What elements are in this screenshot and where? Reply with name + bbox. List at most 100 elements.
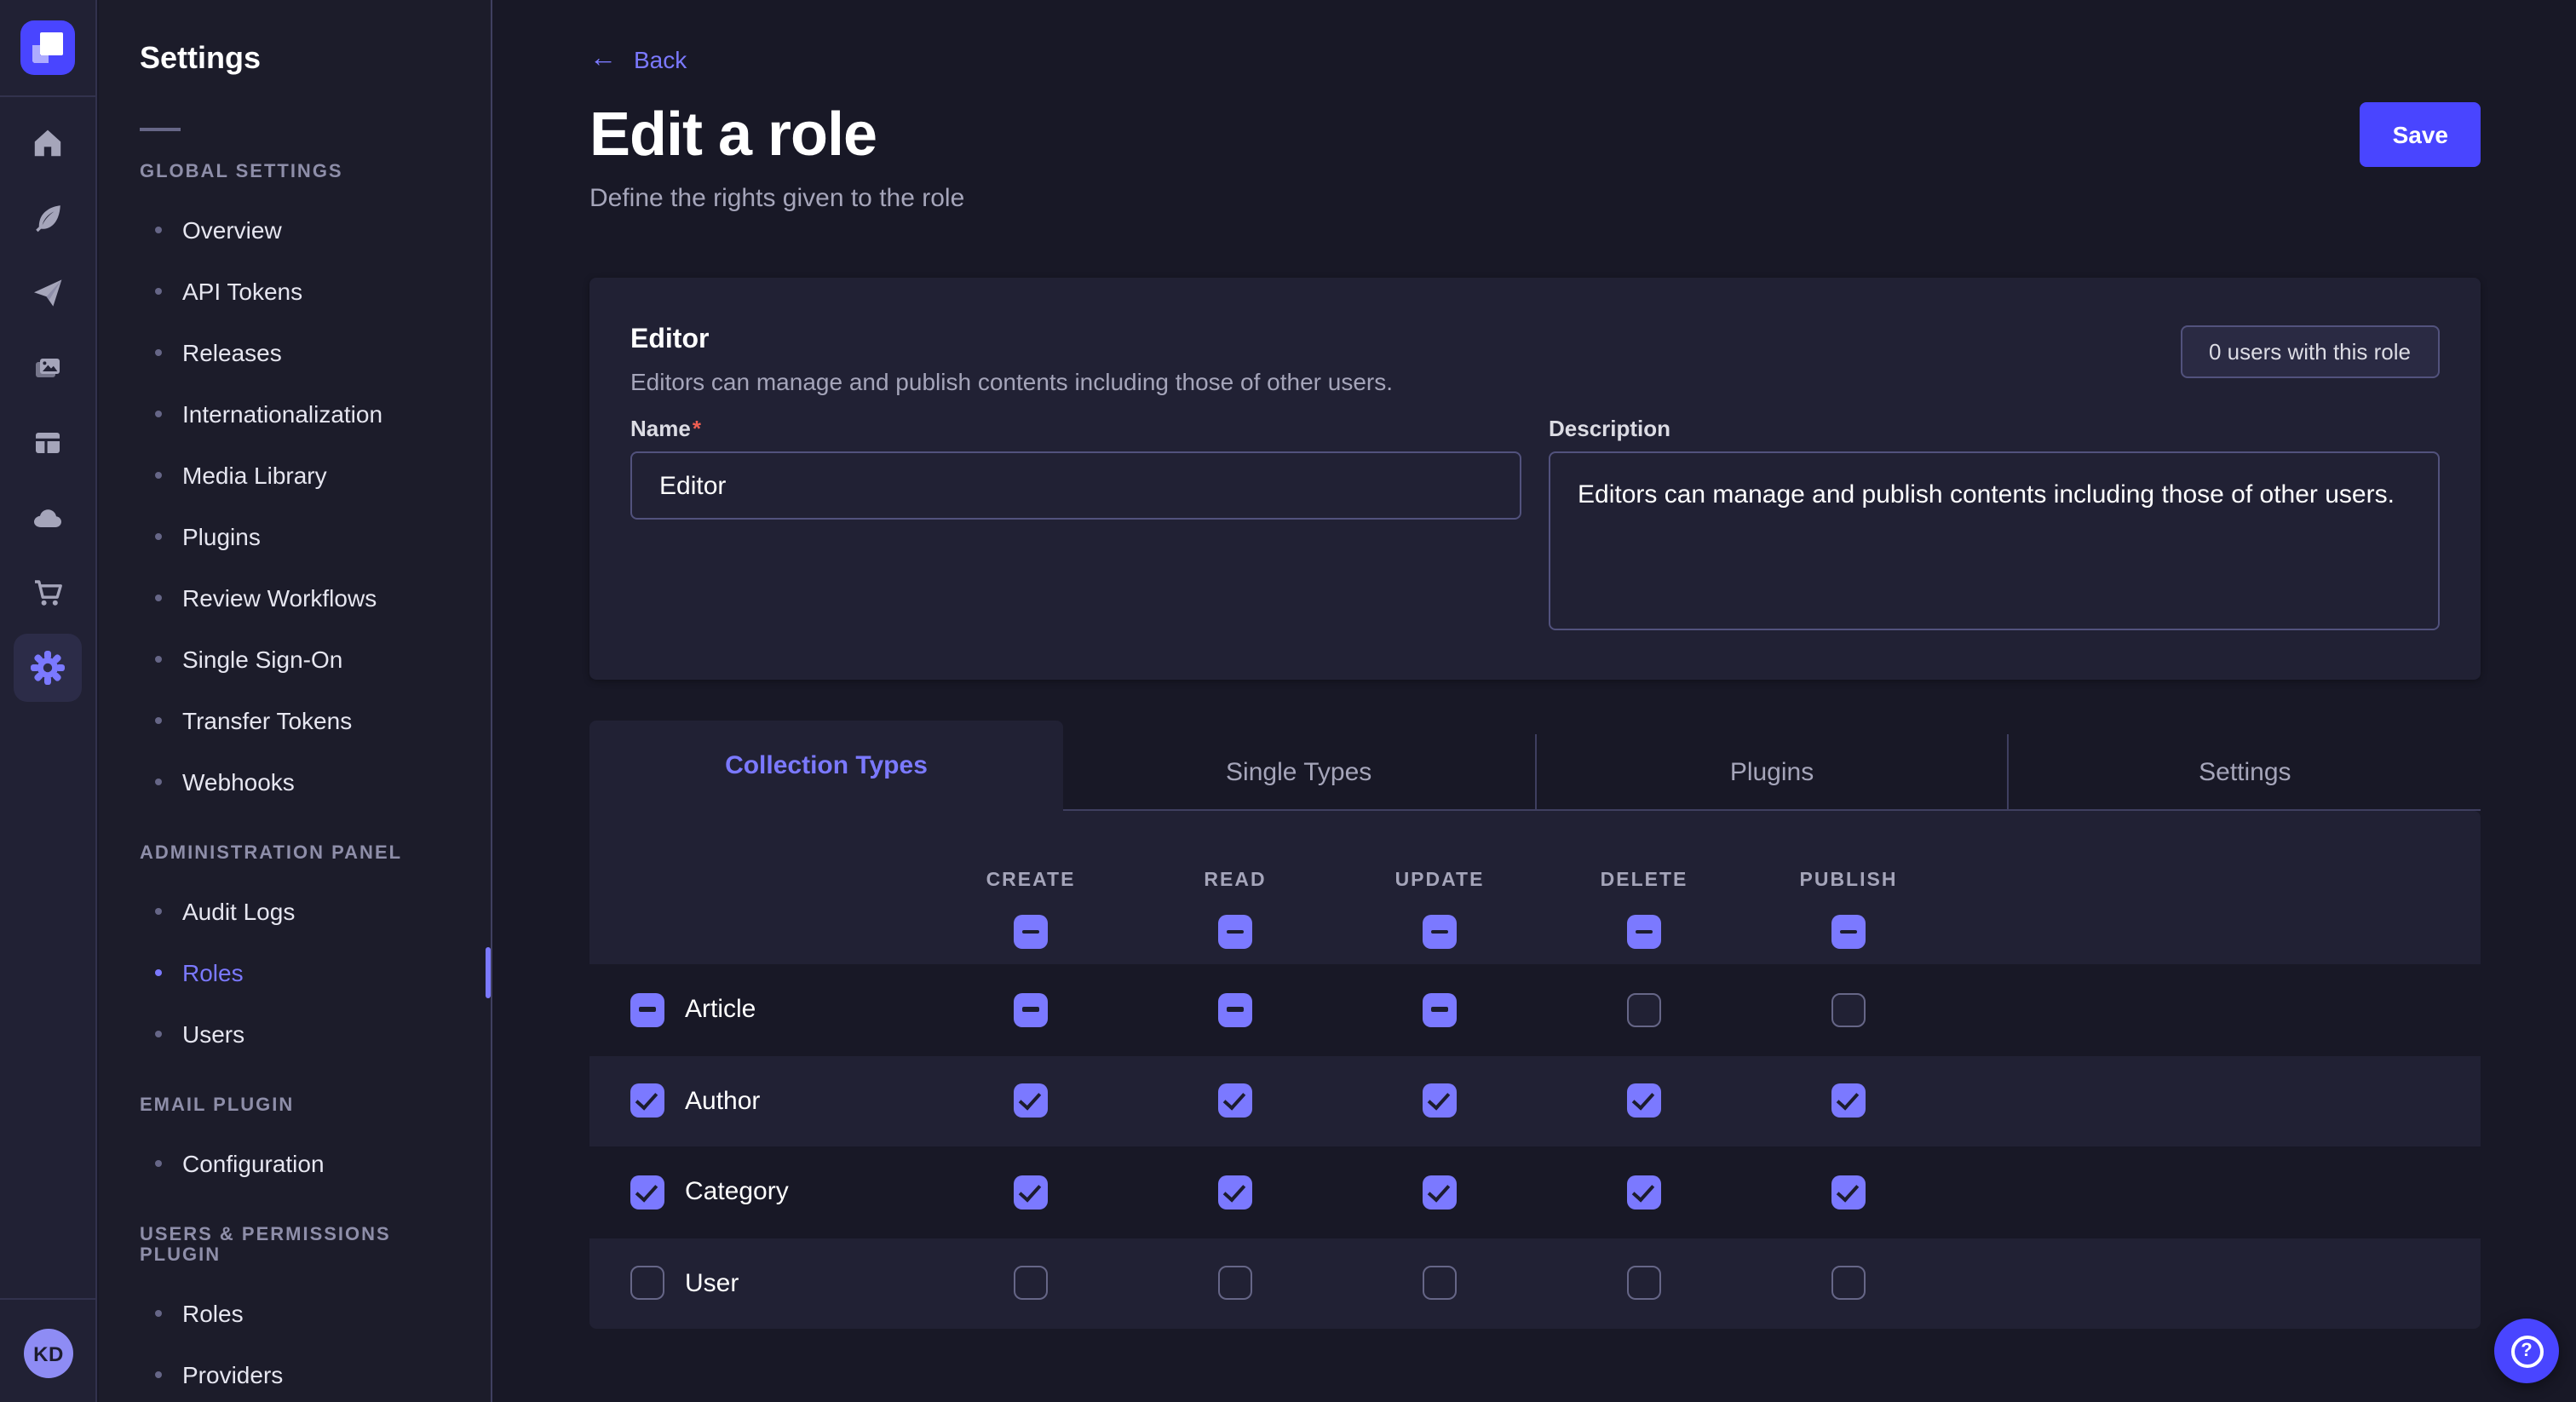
description-textarea[interactable]: Editors can manage and publish contents … bbox=[1549, 451, 2440, 630]
sidebar-item-label: Overview bbox=[182, 216, 282, 244]
read-article-checkbox[interactable] bbox=[1218, 993, 1252, 1027]
sidebar-item-webhooks[interactable]: Webhooks bbox=[99, 751, 491, 813]
select-all-delete-checkbox[interactable] bbox=[1627, 915, 1661, 949]
sidebar-item-roles[interactable]: Roles bbox=[99, 942, 491, 1003]
select-all-update-checkbox[interactable] bbox=[1423, 915, 1457, 949]
create-article-checkbox[interactable] bbox=[1014, 993, 1048, 1027]
sidebar-item-label: Audit Logs bbox=[182, 898, 295, 925]
settings-subnav: Settings GLOBAL SETTINGSOverviewAPI Toke… bbox=[99, 0, 492, 1402]
user-row-checkbox[interactable] bbox=[630, 1267, 664, 1301]
tab-plugins[interactable]: Plugins bbox=[1534, 734, 2007, 809]
delete-article-checkbox[interactable] bbox=[1627, 993, 1661, 1027]
sidebar-item-providers[interactable]: Providers bbox=[99, 1344, 491, 1402]
sidebar-item-media-library[interactable] bbox=[14, 334, 82, 402]
cell-delete-author bbox=[1542, 1055, 1746, 1146]
read-category-checkbox[interactable] bbox=[1218, 1175, 1252, 1210]
name-input[interactable] bbox=[630, 451, 1521, 520]
category-row-checkbox[interactable] bbox=[630, 1175, 664, 1210]
cell-publish-user bbox=[1746, 1238, 1951, 1329]
row-label: Article bbox=[685, 996, 756, 1025]
column-header-label: CREATE bbox=[986, 871, 1076, 891]
app-window: KD Settings GLOBAL SETTINGSOverviewAPI T… bbox=[0, 0, 2576, 1402]
sidebar-item-transfer-tokens[interactable]: Transfer Tokens bbox=[99, 690, 491, 751]
sidebar-item-configuration[interactable]: Configuration bbox=[99, 1133, 491, 1194]
user-avatar[interactable]: KD bbox=[24, 1329, 73, 1378]
delete-user-checkbox[interactable] bbox=[1627, 1267, 1661, 1301]
description-field-label: Description bbox=[1549, 416, 2440, 441]
read-user-checkbox[interactable] bbox=[1218, 1267, 1252, 1301]
rail-divider-top bbox=[0, 95, 95, 97]
column-header-label: READ bbox=[1204, 871, 1266, 891]
name-field-label: Name* bbox=[630, 416, 1521, 441]
select-all-read-checkbox[interactable] bbox=[1218, 915, 1252, 949]
name-field-group: Name* bbox=[630, 416, 1521, 639]
sidebar-item-home[interactable] bbox=[14, 109, 82, 177]
column-header-delete: DELETE bbox=[1542, 811, 1746, 964]
strapi-logo[interactable] bbox=[20, 20, 75, 75]
gear-icon bbox=[29, 649, 66, 687]
row-spacer-end bbox=[1951, 1055, 2481, 1146]
subnav-section-list: RolesProviders bbox=[99, 1283, 491, 1402]
row-label-cell: User bbox=[589, 1238, 929, 1329]
permission-row-category: Category bbox=[589, 1146, 2481, 1238]
bullet-icon bbox=[155, 1371, 162, 1378]
bullet-icon bbox=[155, 472, 162, 479]
cell-publish-author bbox=[1746, 1055, 1951, 1146]
create-author-checkbox[interactable] bbox=[1014, 1084, 1048, 1118]
row-label: User bbox=[685, 1269, 739, 1298]
author-row-checkbox[interactable] bbox=[630, 1084, 664, 1118]
update-user-checkbox[interactable] bbox=[1423, 1267, 1457, 1301]
article-row-checkbox[interactable] bbox=[630, 993, 664, 1027]
cell-create-user bbox=[929, 1238, 1133, 1329]
sidebar-item-overview[interactable]: Overview bbox=[99, 199, 491, 261]
update-author-checkbox[interactable] bbox=[1423, 1084, 1457, 1118]
sidebar-item-content-manager[interactable] bbox=[14, 184, 82, 252]
row-spacer-end bbox=[1951, 1146, 2481, 1238]
tab-single-types[interactable]: Single Types bbox=[1063, 734, 1534, 809]
read-author-checkbox[interactable] bbox=[1218, 1084, 1252, 1118]
sidebar-item-deploy[interactable] bbox=[14, 259, 82, 327]
back-link[interactable]: ← Back bbox=[589, 46, 687, 73]
sidebar-item-single-sign-on[interactable]: Single Sign-On bbox=[99, 629, 491, 690]
cloud-icon bbox=[31, 501, 65, 535]
publish-category-checkbox[interactable] bbox=[1831, 1175, 1866, 1210]
update-category-checkbox[interactable] bbox=[1423, 1175, 1457, 1210]
sidebar-item-roles[interactable]: Roles bbox=[99, 1283, 491, 1344]
sidebar-item-plugins[interactable]: Plugins bbox=[99, 506, 491, 567]
sidebar-item-marketplace[interactable] bbox=[14, 559, 82, 627]
select-all-create-checkbox[interactable] bbox=[1014, 915, 1048, 949]
rail-nav-items bbox=[14, 109, 82, 709]
sidebar-item-media-library[interactable]: Media Library bbox=[99, 445, 491, 506]
sidebar-item-internationalization[interactable]: Internationalization bbox=[99, 383, 491, 445]
subnav-scrollbar-thumb[interactable] bbox=[486, 947, 491, 998]
help-question-icon: ? bbox=[2510, 1335, 2543, 1367]
create-user-checkbox[interactable] bbox=[1014, 1267, 1048, 1301]
sidebar-item-releases[interactable]: Releases bbox=[99, 322, 491, 383]
save-button[interactable]: Save bbox=[2360, 102, 2481, 167]
publish-user-checkbox[interactable] bbox=[1831, 1267, 1866, 1301]
cell-delete-category bbox=[1542, 1146, 1746, 1238]
sidebar-item-users[interactable]: Users bbox=[99, 1003, 491, 1065]
help-button[interactable]: ? bbox=[2494, 1319, 2559, 1383]
tab-collection-types[interactable]: Collection Types bbox=[589, 721, 1063, 811]
select-all-publish-checkbox[interactable] bbox=[1831, 915, 1866, 949]
header-spacer-end bbox=[1951, 811, 2481, 964]
tab-settings[interactable]: Settings bbox=[2008, 734, 2481, 809]
sidebar-item-label: Users bbox=[182, 1020, 244, 1048]
sidebar-item-api-tokens[interactable]: API Tokens bbox=[99, 261, 491, 322]
delete-category-checkbox[interactable] bbox=[1627, 1175, 1661, 1210]
cell-create-article bbox=[929, 964, 1133, 1055]
sidebar-item-review-workflows[interactable]: Review Workflows bbox=[99, 567, 491, 629]
column-header-read: READ bbox=[1133, 811, 1337, 964]
sidebar-item-settings[interactable] bbox=[14, 634, 82, 702]
publish-article-checkbox[interactable] bbox=[1831, 993, 1866, 1027]
sidebar-item-audit-logs[interactable]: Audit Logs bbox=[99, 881, 491, 942]
users-with-role-badge[interactable]: 0 users with this role bbox=[2180, 325, 2440, 378]
publish-author-checkbox[interactable] bbox=[1831, 1084, 1866, 1118]
update-article-checkbox[interactable] bbox=[1423, 993, 1457, 1027]
sidebar-item-cloud[interactable] bbox=[14, 484, 82, 552]
sidebar-item-content-type-builder[interactable] bbox=[14, 409, 82, 477]
delete-author-checkbox[interactable] bbox=[1627, 1084, 1661, 1118]
create-category-checkbox[interactable] bbox=[1014, 1175, 1048, 1210]
sidebar-item-label: Webhooks bbox=[182, 768, 295, 796]
